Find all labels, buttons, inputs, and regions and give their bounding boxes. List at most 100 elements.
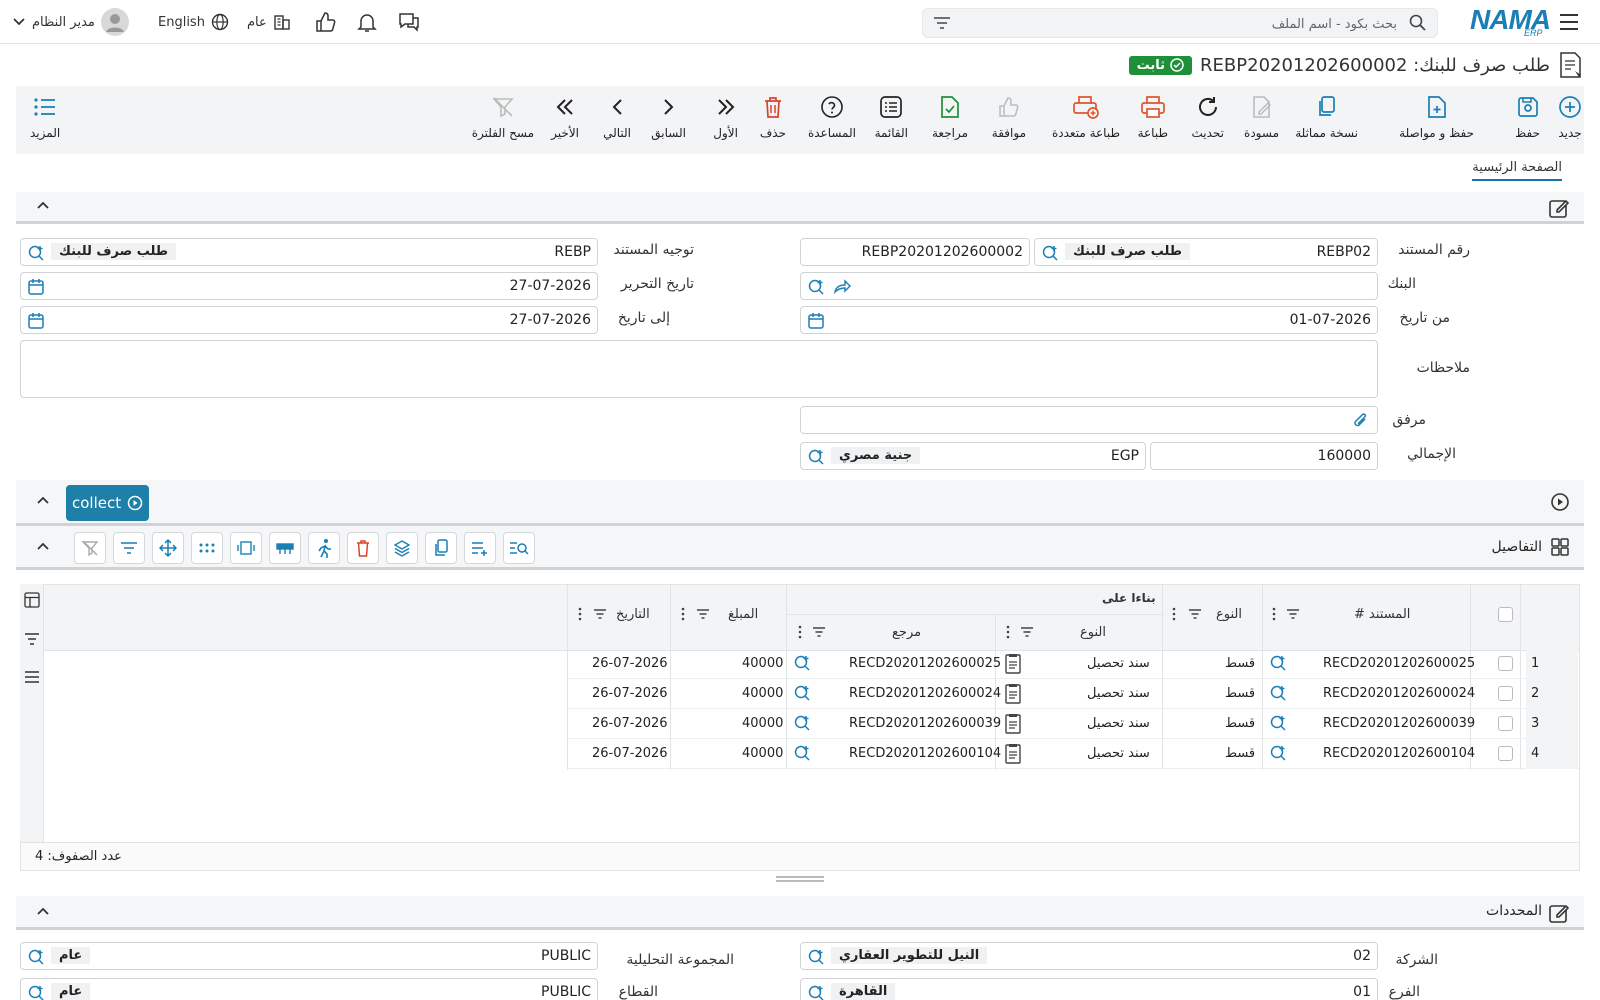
resize-handle[interactable] <box>776 876 824 882</box>
table-row[interactable]: 3 RECD20201202600039 قسط سند تحصيل RECD2… <box>567 709 1579 739</box>
notes-textarea[interactable] <box>20 340 1378 398</box>
col-header-based-type[interactable]: النوع <box>1080 625 1106 640</box>
new-button[interactable]: جديد <box>1558 94 1582 140</box>
search-plus-icon[interactable] <box>1041 244 1059 262</box>
to-date-field[interactable]: 27-07-2026 <box>20 306 598 334</box>
document-stack-icon[interactable] <box>1003 743 1023 765</box>
kebab-icon[interactable] <box>798 625 802 639</box>
total-field[interactable]: 160000 <box>1150 442 1378 470</box>
clear-filter-button[interactable]: مسح الفلترة <box>472 94 534 140</box>
search-plus-icon[interactable] <box>807 948 825 966</box>
filter-icon[interactable] <box>933 15 951 31</box>
language-switch[interactable]: English <box>158 7 229 37</box>
select-all-checkbox[interactable] <box>1498 607 1513 622</box>
refresh-button[interactable]: تحديث <box>1191 94 1224 140</box>
row-checkbox[interactable] <box>1498 746 1513 761</box>
calendar-icon[interactable] <box>807 312 825 330</box>
multi-print-button[interactable]: طباعة متعددة <box>1052 94 1120 140</box>
filter-icon[interactable] <box>696 608 710 620</box>
chevron-up-icon[interactable] <box>36 906 50 916</box>
previous-button[interactable]: السابق <box>651 94 686 140</box>
delete-button[interactable]: حذف <box>760 94 786 140</box>
col-header-type[interactable]: النوع <box>1216 607 1242 622</box>
grid-clear-filter-button[interactable] <box>74 532 106 564</box>
grid-dots-button[interactable] <box>191 532 223 564</box>
doc-book-field[interactable]: REBP02 طلب صرف للبنك <box>1034 238 1378 266</box>
filter-icon[interactable] <box>593 608 607 620</box>
bank-field[interactable] <box>800 272 1378 300</box>
from-date-field[interactable]: 01-07-2026 <box>800 306 1378 334</box>
filter-icon[interactable] <box>812 626 826 638</box>
paperclip-icon[interactable] <box>1351 412 1369 430</box>
branch-field[interactable]: 01 القاهرة <box>800 978 1378 1000</box>
search-plus-icon[interactable] <box>807 448 825 466</box>
issue-date-field[interactable]: 27-07-2026 <box>20 272 598 300</box>
kebab-icon[interactable] <box>681 607 685 621</box>
company-field[interactable]: 02 النيل للتطوير العقاري <box>800 942 1378 970</box>
row-checkbox[interactable] <box>1498 686 1513 701</box>
menu-lines-icon[interactable] <box>24 670 40 684</box>
grid-add-row-button[interactable] <box>464 532 496 564</box>
review-button[interactable]: مراجعة <box>932 94 968 140</box>
edit-icon[interactable] <box>1548 197 1570 219</box>
help-button[interactable]: المساعدة <box>808 94 856 140</box>
search-plus-icon[interactable] <box>1269 744 1287 762</box>
search-plus-icon[interactable] <box>793 654 811 672</box>
search-plus-icon[interactable] <box>807 984 825 1000</box>
filter-icon[interactable] <box>1020 626 1034 638</box>
next-button[interactable]: التالي <box>603 94 631 140</box>
search-icon[interactable] <box>1409 14 1427 32</box>
row-checkbox[interactable] <box>1498 716 1513 731</box>
tab-main-page[interactable]: الصفحة الرئيسية <box>1472 160 1562 181</box>
first-button[interactable]: الأول <box>713 94 738 140</box>
search-plus-icon[interactable] <box>1269 654 1287 672</box>
kebab-icon[interactable] <box>1006 625 1010 639</box>
print-button[interactable]: طباعة <box>1138 94 1168 140</box>
doc-code-field[interactable]: REBP20201202600002 <box>800 238 1030 266</box>
more-button[interactable]: المزيد <box>30 94 60 140</box>
col-header-date[interactable]: التاريخ <box>616 607 650 622</box>
approve-button[interactable]: موافقة <box>992 94 1026 140</box>
sector-field[interactable]: PUBLIC عام <box>20 978 598 1000</box>
grid-fit-button[interactable] <box>230 532 262 564</box>
search-plus-icon[interactable] <box>1269 714 1287 732</box>
kebab-icon[interactable] <box>578 607 582 621</box>
bell-icon[interactable] <box>356 11 378 33</box>
table-row[interactable]: 1 RECD20201202600025 قسط سند تحصيل RECD2… <box>567 649 1579 679</box>
table-row[interactable]: 2 RECD20201202600024 قسط سند تحصيل RECD2… <box>567 679 1579 709</box>
save-continue-button[interactable]: حفظ و مواصلة <box>1399 94 1474 140</box>
scope-switch[interactable]: عام <box>247 7 291 37</box>
chevron-up-icon[interactable] <box>36 495 50 505</box>
duplicate-button[interactable]: نسخة مماثلة <box>1295 94 1358 140</box>
document-stack-icon[interactable] <box>1003 683 1023 705</box>
grid-filter-button[interactable] <box>113 532 145 564</box>
grid-move-button[interactable] <box>152 532 184 564</box>
table-row[interactable]: 4 RECD20201202600104 قسط سند تحصيل RECD2… <box>567 739 1579 769</box>
col-header-amount[interactable]: المبلغ <box>728 607 758 622</box>
search-plus-icon[interactable] <box>793 684 811 702</box>
chevron-up-icon[interactable] <box>36 541 50 551</box>
col-header-ref[interactable]: مرجع <box>892 625 921 640</box>
filter-lines-icon[interactable] <box>24 632 40 646</box>
document-stack-icon[interactable] <box>1003 653 1023 675</box>
currency-field[interactable]: EGP جنية مصري <box>800 442 1146 470</box>
kebab-icon[interactable] <box>1272 607 1276 621</box>
grid-run-button[interactable] <box>308 532 340 564</box>
collect-button[interactable]: collect <box>66 485 150 521</box>
document-stack-icon[interactable] <box>1003 713 1023 735</box>
user-menu[interactable]: مدير النظام <box>12 7 129 37</box>
search-plus-icon[interactable] <box>1269 684 1287 702</box>
last-button[interactable]: الأخير <box>551 94 579 140</box>
save-button[interactable]: حفظ <box>1515 94 1540 140</box>
chat-icon[interactable] <box>397 11 421 33</box>
filter-icon[interactable] <box>1286 608 1300 620</box>
kebab-icon[interactable] <box>1172 607 1176 621</box>
menu-icon[interactable] <box>1556 10 1582 34</box>
play-circle-icon[interactable] <box>1550 492 1570 512</box>
grid-copy-button[interactable] <box>425 532 457 564</box>
grid-layers-button[interactable] <box>386 532 418 564</box>
row-checkbox[interactable] <box>1498 656 1513 671</box>
thumbs-up-icon[interactable] <box>314 11 336 33</box>
search-plus-icon[interactable] <box>27 948 45 966</box>
search-input[interactable] <box>977 14 1397 34</box>
